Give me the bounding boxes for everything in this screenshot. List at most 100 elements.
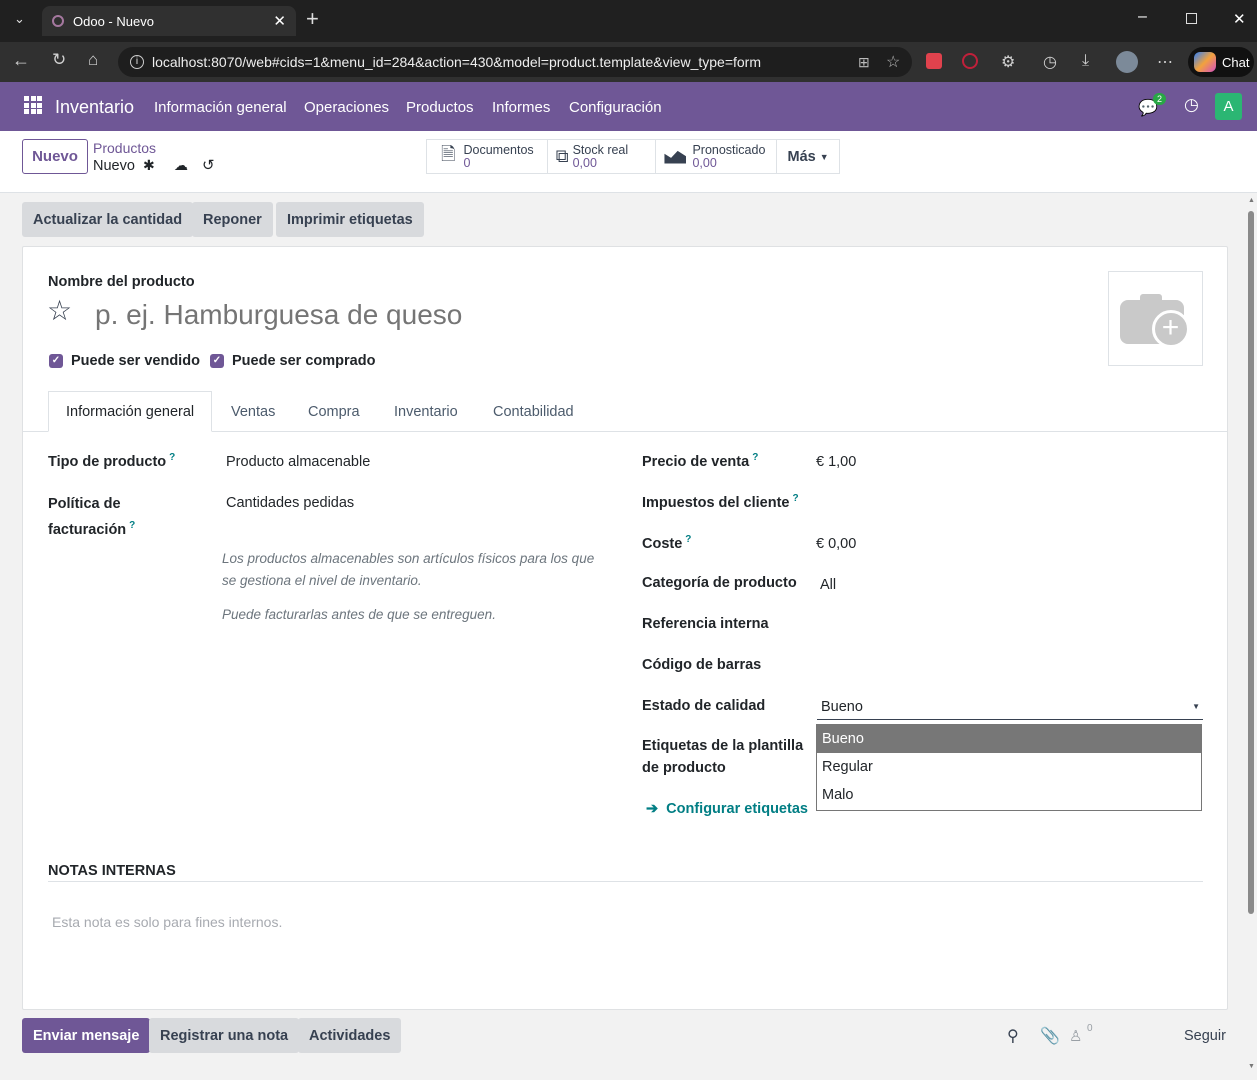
tab-list-icon[interactable]: ⌄ <box>14 11 25 27</box>
print-labels-button[interactable]: Imprimir etiquetas <box>276 202 424 237</box>
tab-ventas[interactable]: Ventas <box>231 391 275 432</box>
profile-avatar[interactable] <box>1116 51 1138 73</box>
quality-option-bueno[interactable]: Bueno <box>817 725 1201 753</box>
browser-tab-bar: ⌄ Odoo - Nuevo ✕ + – ✕ <box>0 0 1257 42</box>
product-name-input[interactable] <box>95 295 995 335</box>
menu-productos[interactable]: Productos <box>406 99 474 116</box>
more-options-icon[interactable]: ⋯ <box>1157 52 1173 72</box>
tab-inventario[interactable]: Inventario <box>394 391 458 432</box>
send-message-label: Enviar mensaje <box>33 1027 140 1044</box>
followers-icon[interactable]: ♙ <box>1069 1027 1082 1045</box>
forecast-label: Pronosticado <box>692 142 766 157</box>
tab-compra[interactable]: Compra <box>308 391 360 432</box>
replenish-button[interactable]: Reponer <box>192 202 273 237</box>
extension-record-icon[interactable] <box>962 53 978 69</box>
tags-label: Etiquetas de la plantilla de producto <box>642 738 804 776</box>
documents-label: Documentos <box>463 142 534 157</box>
log-note-button[interactable]: Registrar una nota <box>149 1018 300 1053</box>
help-icon: ? <box>752 452 759 463</box>
reader-view-icon[interactable]: ⊞ <box>858 54 870 71</box>
configure-tags-link[interactable]: ➔ Configurar etiquetas <box>646 801 808 817</box>
invoicing-policy-value[interactable]: Cantidades pedidas <box>226 495 354 511</box>
minimize-icon[interactable]: – <box>1138 8 1147 26</box>
app-switcher-icon[interactable] <box>24 96 42 114</box>
menu-informacion-general[interactable]: Información general <box>154 99 287 116</box>
activity-clock-icon[interactable]: ◷ <box>1184 95 1199 115</box>
product-type-help: Los productos almacenables son artículos… <box>222 551 595 588</box>
quality-select-value: Bueno <box>821 698 863 715</box>
update-quantity-button[interactable]: Actualizar la cantidad <box>22 202 194 237</box>
new-button[interactable]: Nuevo <box>22 139 88 174</box>
site-info-icon[interactable]: i <box>130 55 144 69</box>
followers-count: 0 <box>1087 1023 1093 1034</box>
arrow-right-icon: ➔ <box>646 801 659 817</box>
internal-notes-editor[interactable]: Esta nota es solo para fines internos. <box>52 914 282 930</box>
url-text: localhost:8070/web#cids=1&menu_id=284&ac… <box>152 54 762 70</box>
category-value[interactable]: All <box>820 577 836 593</box>
copilot-chat-button[interactable]: Chat <box>1188 47 1254 77</box>
quality-option-malo[interactable]: Malo <box>817 781 1201 809</box>
follow-button[interactable]: Seguir <box>1184 1028 1226 1044</box>
more-dropdown[interactable]: Más ▼ <box>777 140 839 173</box>
app-name[interactable]: Inventario <box>55 97 134 118</box>
cost-label: Coste? <box>642 534 692 552</box>
breadcrumb-productos[interactable]: Productos <box>93 140 156 156</box>
category-label: Categoría de producto <box>642 575 797 591</box>
tab-label: Ventas <box>231 403 276 420</box>
search-icon[interactable]: ⚲ <box>1007 1026 1019 1046</box>
user-avatar[interactable]: A <box>1215 93 1242 120</box>
maximize-icon[interactable] <box>1186 13 1197 24</box>
reload-icon[interactable]: ↻ <box>52 50 66 70</box>
menu-informes[interactable]: Informes <box>492 99 550 116</box>
product-name-label: Nombre del producto <box>48 274 195 290</box>
customer-taxes-label: Impuestos del cliente? <box>642 493 799 511</box>
sale-price-value[interactable]: € 1,00 <box>816 454 856 470</box>
tab-label: Contabilidad <box>493 403 574 420</box>
product-type-value[interactable]: Producto almacenable <box>226 454 370 470</box>
scroll-up-icon[interactable]: ▲ <box>1248 197 1255 204</box>
scrollbar-thumb[interactable] <box>1248 211 1254 914</box>
stock-real-smart-button[interactable]: ⧉ Stock real 0,00 <box>548 140 657 173</box>
close-window-icon[interactable]: ✕ <box>1233 10 1246 28</box>
caret-down-icon: ▼ <box>1192 702 1200 711</box>
discard-icon[interactable]: ↺ <box>202 156 215 174</box>
download-icon[interactable]: ⤓ <box>1082 52 1089 70</box>
log-note-label: Registrar una nota <box>160 1027 289 1044</box>
gear-icon[interactable]: ✱ <box>143 157 155 174</box>
activities-button[interactable]: Actividades <box>298 1018 402 1053</box>
tab-contabilidad[interactable]: Contabilidad <box>493 391 574 432</box>
odoo-navbar: Inventario Información general Operacion… <box>0 82 1257 131</box>
quality-select[interactable]: Bueno ▼ <box>817 694 1203 720</box>
save-cloud-icon[interactable]: ☁ <box>174 157 188 174</box>
favorite-star-icon[interactable]: ☆ <box>47 294 72 327</box>
extension-red-icon[interactable] <box>926 53 942 69</box>
new-tab-icon[interactable]: + <box>306 6 319 32</box>
image-upload[interactable]: + <box>1108 271 1203 366</box>
page-scrollbar[interactable]: ▲ ▼ <box>1245 193 1257 1080</box>
forecast-smart-button[interactable]: Pronosticado 0,00 <box>656 140 778 173</box>
documents-smart-button[interactable]: 🗎 Documentos 0 <box>427 140 548 173</box>
home-icon[interactable]: ⌂ <box>88 50 98 70</box>
browser-tab[interactable]: Odoo - Nuevo ✕ <box>42 6 296 36</box>
document-icon: 🗎 <box>441 143 456 164</box>
favorite-icon[interactable]: ☆ <box>886 52 900 72</box>
tab-informacion-general[interactable]: Información general <box>48 391 213 432</box>
quality-option-regular[interactable]: Regular <box>817 753 1201 781</box>
extensions-icon[interactable]: ⚙ <box>1001 52 1015 72</box>
back-icon[interactable]: ← <box>12 50 30 71</box>
help-icon: ? <box>792 493 799 504</box>
url-field[interactable]: i localhost:8070/web#cids=1&menu_id=284&… <box>118 47 912 77</box>
can-be-sold-checkbox[interactable]: ✓ Puede ser vendido <box>49 353 200 369</box>
tab-title: Odoo - Nuevo <box>73 13 154 29</box>
history-icon[interactable]: ◷ <box>1043 52 1057 72</box>
menu-operaciones[interactable]: Operaciones <box>304 99 389 116</box>
paperclip-icon[interactable]: 📎 <box>1040 1026 1060 1046</box>
send-message-button[interactable]: Enviar mensaje <box>22 1018 151 1053</box>
menu-configuracion[interactable]: Configuración <box>569 99 662 116</box>
close-tab-icon[interactable]: ✕ <box>273 12 286 30</box>
scroll-down-icon[interactable]: ▼ <box>1248 1063 1255 1070</box>
can-be-purchased-checkbox[interactable]: ✓ Puede ser comprado <box>210 353 375 369</box>
update-quantity-label: Actualizar la cantidad <box>33 211 183 228</box>
help-icon: ? <box>169 452 176 463</box>
cost-value[interactable]: € 0,00 <box>816 536 856 552</box>
